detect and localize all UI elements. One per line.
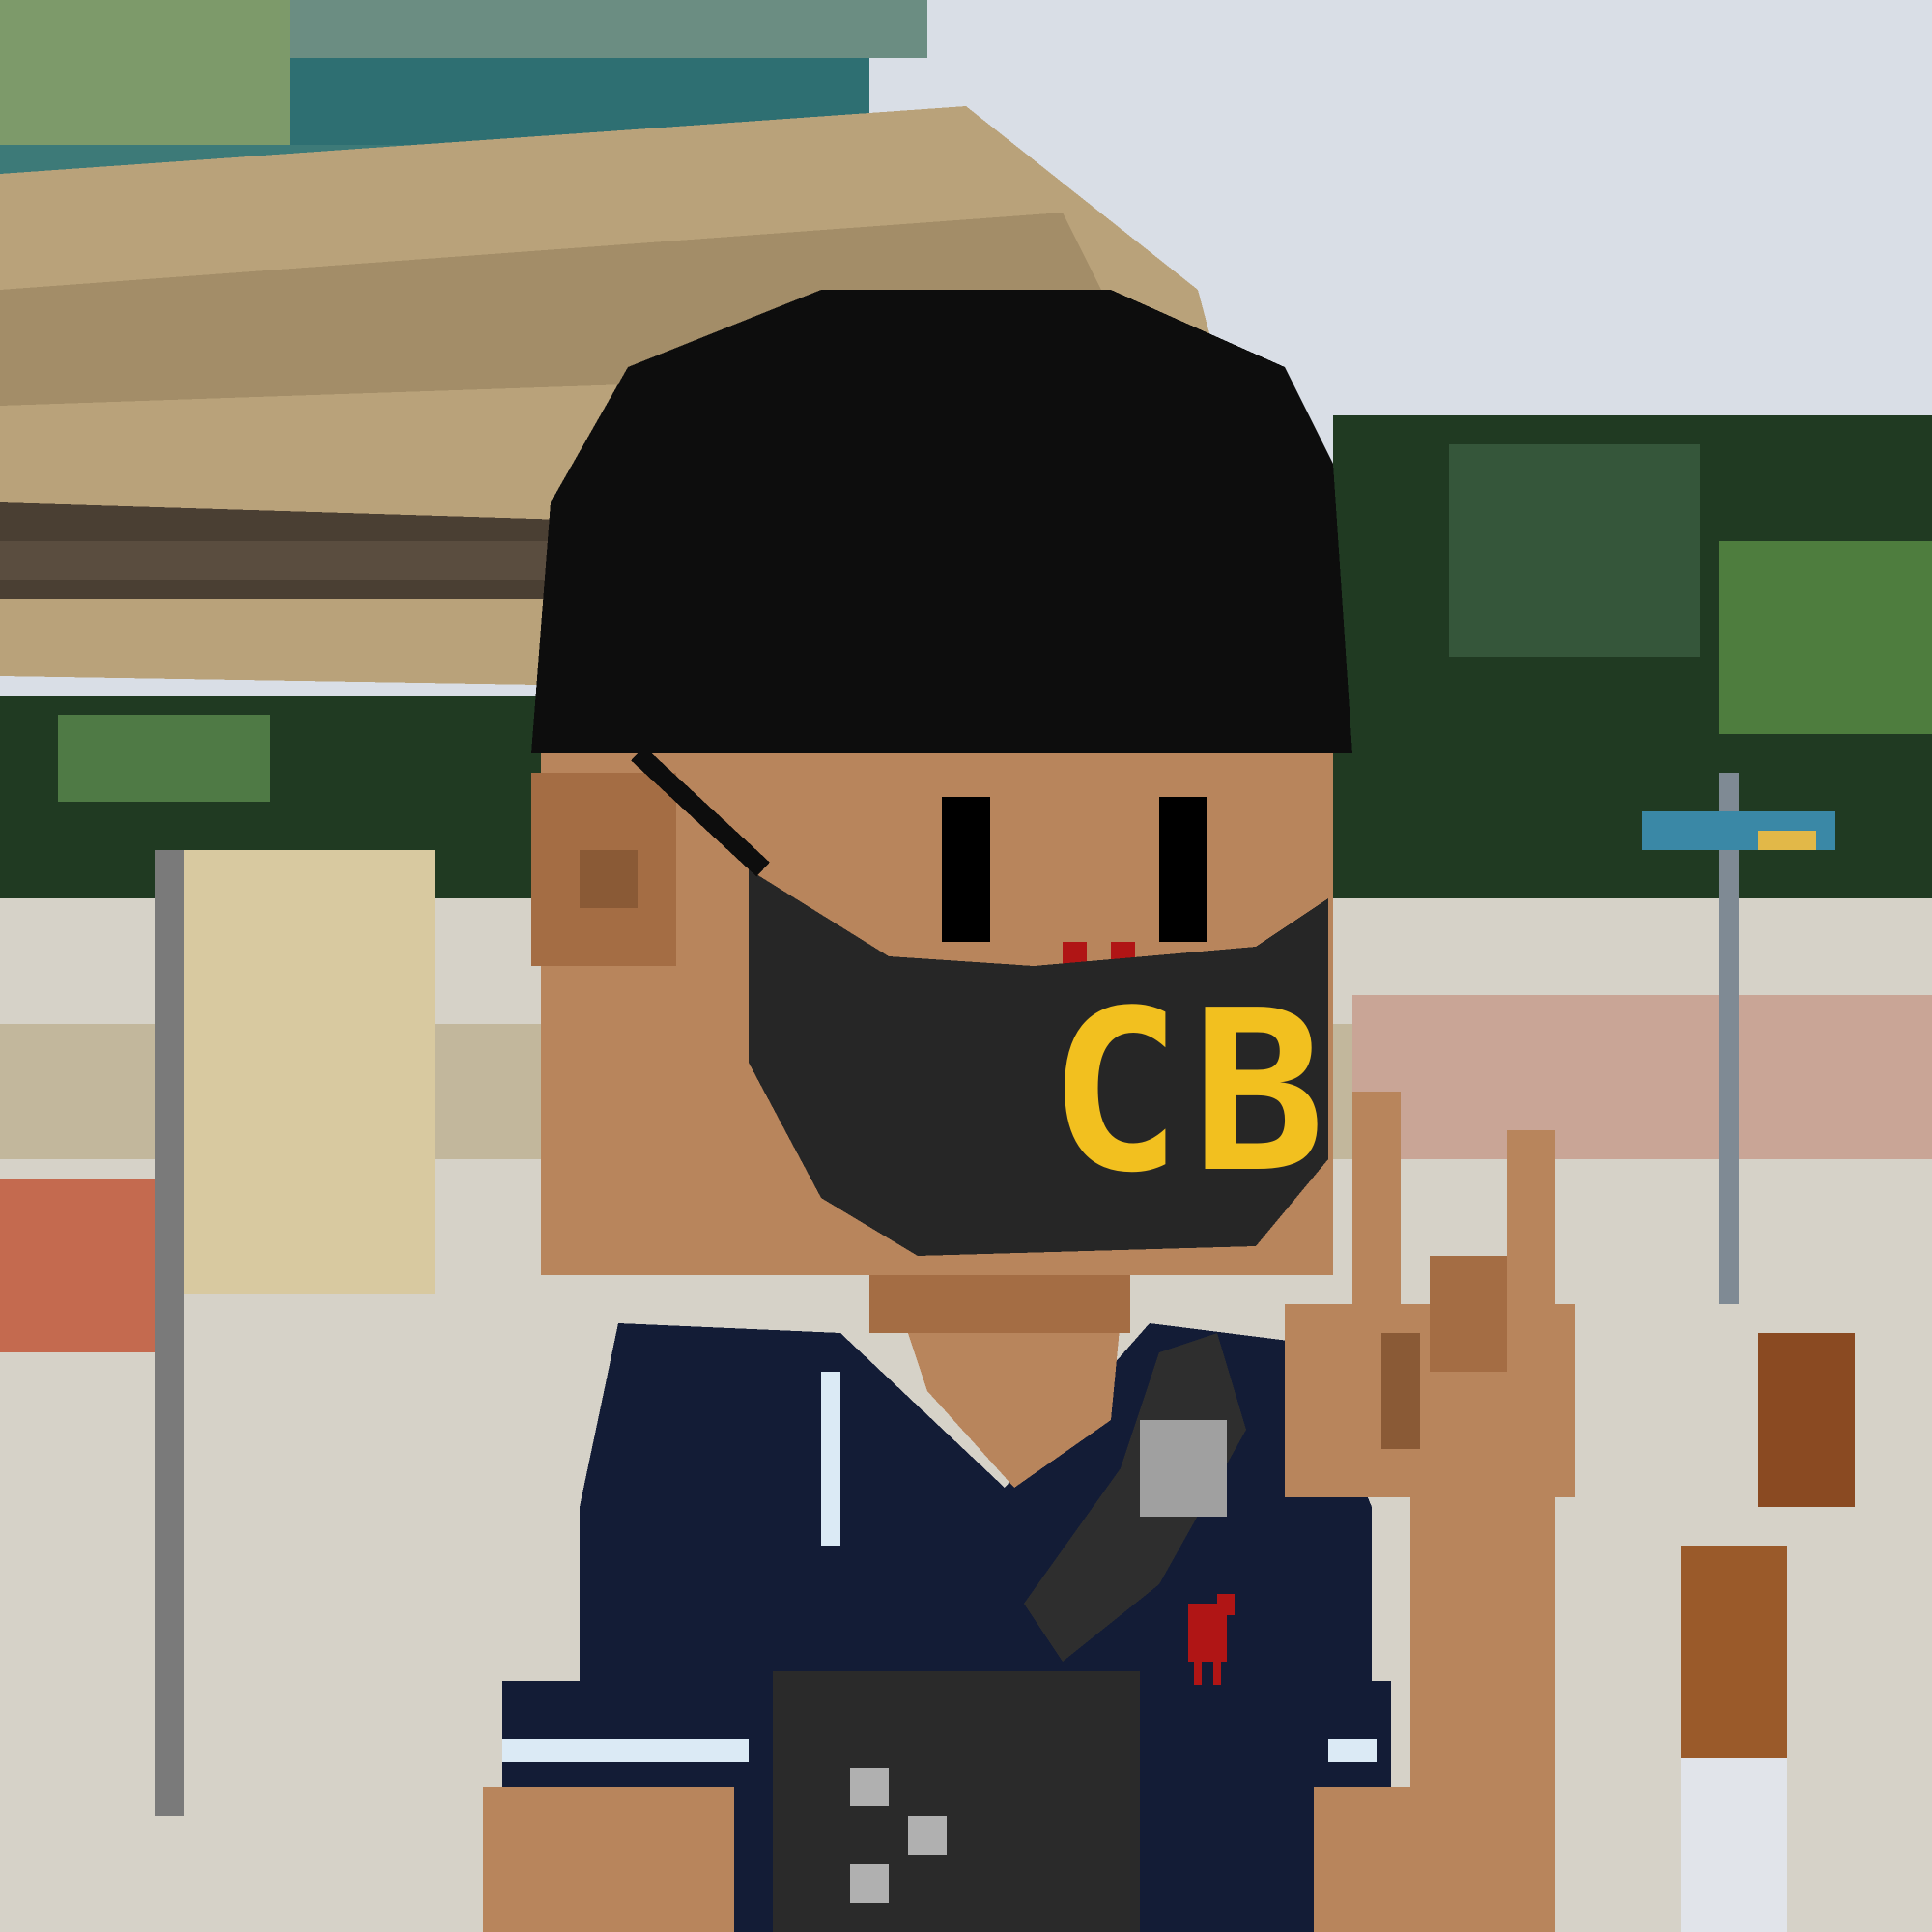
hair — [531, 290, 1352, 753]
collar-stripe — [821, 1372, 840, 1546]
eye-right — [1159, 797, 1208, 942]
pixel-art-avatar-scene: CB — [0, 0, 1932, 1932]
eye-left — [942, 797, 990, 942]
sleeve-stripe-left — [502, 1739, 749, 1762]
sleeve-stripe-right — [1328, 1739, 1377, 1762]
mask-text: CB — [1048, 964, 1335, 1222]
